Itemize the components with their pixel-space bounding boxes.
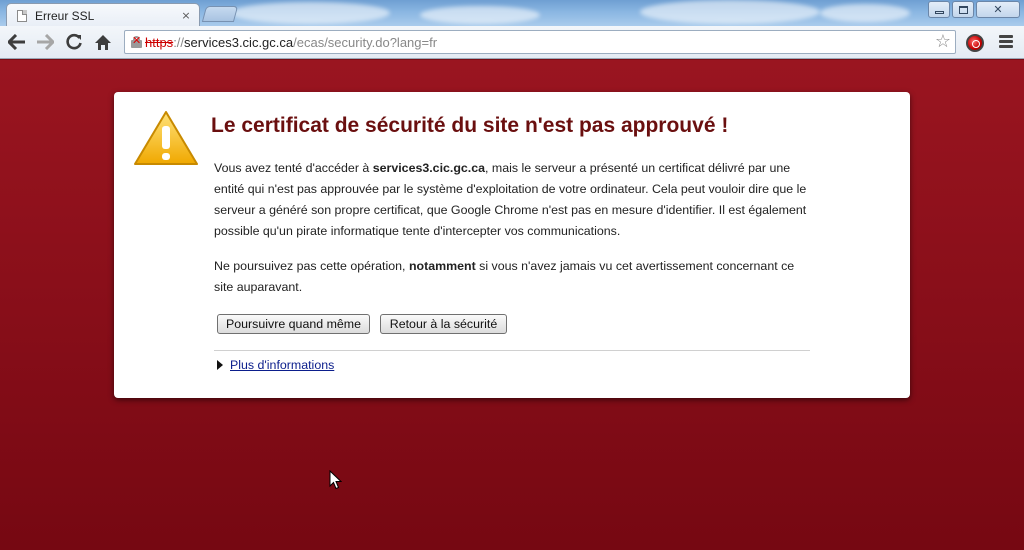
bookmark-star-icon[interactable]: ☆ [935,32,951,52]
interstitial-page: Le certificat de sécurité du site n'est … [0,60,1024,550]
broken-lock-icon: ✕ [131,34,142,48]
close-icon: ✕ [993,3,1003,16]
restore-button[interactable] [952,1,974,18]
ssl-error-box: Le certificat de sécurité du site n'est … [114,92,910,398]
sky-decoration [420,6,540,24]
site-host: services3.cic.gc.ca [372,161,486,175]
paragraph-text: Ne poursuivez pas cette opération, [214,259,409,273]
sky-decoration [820,4,910,22]
url-separator: :// [173,34,185,50]
close-window-button[interactable]: ✕ [976,1,1020,18]
url-text[interactable]: https://services3.cic.gc.ca/ecas/securit… [145,35,437,50]
sky-decoration [640,0,820,24]
expand-triangle-icon [217,360,223,370]
divider [214,350,810,351]
title-bar: Erreur SSL × ✕ [0,0,1024,26]
back-to-safety-button[interactable]: Retour à la sécurité [380,314,507,334]
paragraph-text: Vous avez tenté d'accéder à [214,161,373,175]
url-path: /ecas/security.do?lang=fr [293,34,438,50]
more-info-link[interactable]: Plus d'informations [230,358,334,372]
reload-button[interactable] [63,31,85,53]
proceed-anyway-button[interactable]: Poursuivre quand même [217,314,370,334]
tab-close-icon[interactable]: × [179,9,193,22]
warning-paragraph: Ne poursuivez pas cette opération, notam… [214,256,814,298]
document-icon [17,9,27,22]
reload-icon [66,33,82,50]
minimize-button[interactable] [928,1,950,18]
address-bar[interactable]: ✕ https://services3.cic.gc.ca/ecas/secur… [124,30,956,54]
url-host: services3.cic.gc.ca [184,34,294,50]
tab-ssl-error[interactable]: Erreur SSL × [6,3,200,26]
error-title: Le certificat de sécurité du site n'est … [211,114,729,137]
sky-decoration [230,2,390,24]
warning-icon [134,111,198,165]
extension-icon[interactable] [966,34,984,52]
forward-arrow-icon [37,34,54,50]
browser-toolbar: ✕ https://services3.cic.gc.ca/ecas/secur… [0,26,1024,59]
back-button[interactable] [6,31,28,53]
tab-title: Erreur SSL [35,8,95,23]
back-arrow-icon [8,34,25,50]
explanation-paragraph: Vous avez tenté d'accéder à services3.ci… [214,158,814,242]
restore-icon [958,5,968,14]
emphasis-text: notamment [408,259,476,273]
menu-icon[interactable] [999,35,1013,50]
home-button[interactable] [92,31,114,53]
home-icon [95,34,111,50]
minimize-icon [934,11,944,14]
mouse-cursor-icon [329,470,342,490]
forward-button[interactable] [34,31,56,53]
url-scheme: https [145,34,174,50]
new-tab-button[interactable] [201,6,239,22]
more-info-toggle[interactable]: Plus d'informations [217,358,334,372]
